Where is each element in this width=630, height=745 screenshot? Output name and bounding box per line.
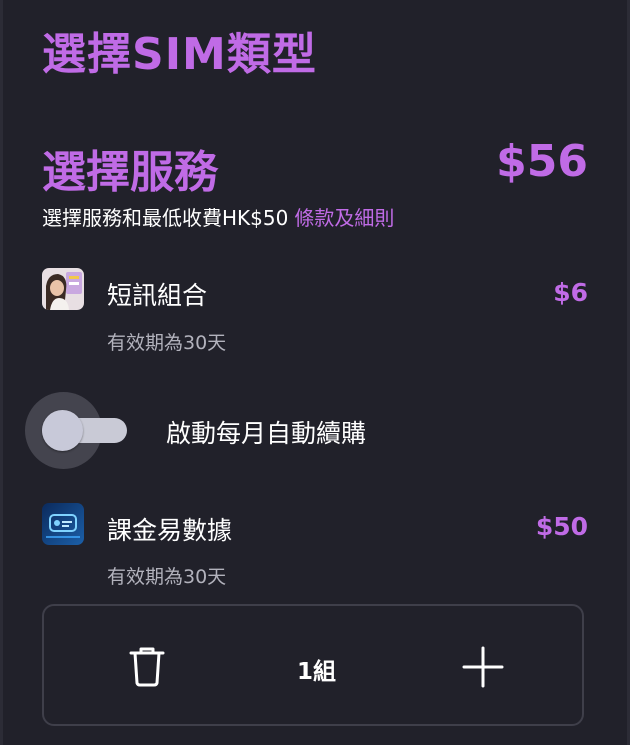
terms-link[interactable]: 條款及細則: [294, 206, 394, 230]
left-edge: [0, 0, 3, 745]
service-validity-data: 有效期為30天: [107, 566, 227, 588]
plus-icon[interactable]: [462, 646, 504, 688]
sms-bundle-thumbnail: [42, 268, 84, 310]
service-price-data: $50: [535, 512, 588, 541]
data-bundle-thumbnail: [42, 503, 84, 545]
section-title: 選擇服務: [42, 147, 218, 198]
min-charge-line: 選擇服務和最低收費HK$50 條款及細則: [42, 202, 394, 231]
service-validity-sms: 有效期為30天: [107, 332, 227, 354]
min-charge-text: 選擇服務和最低收費HK$50: [42, 206, 289, 230]
auto-renew-toggle-knob[interactable]: [42, 410, 83, 451]
page-title: 選擇SIM類型: [42, 29, 317, 80]
service-name-sms: 短訊組合: [107, 281, 208, 310]
service-price-sms: $6: [553, 278, 588, 307]
total-price: $56: [496, 136, 588, 187]
trash-icon[interactable]: [127, 644, 167, 688]
quantity-value: 1組: [297, 659, 337, 685]
service-name-data: 課金易數據: [107, 516, 233, 545]
auto-renew-label: 啟動每月自動續購: [166, 419, 367, 448]
